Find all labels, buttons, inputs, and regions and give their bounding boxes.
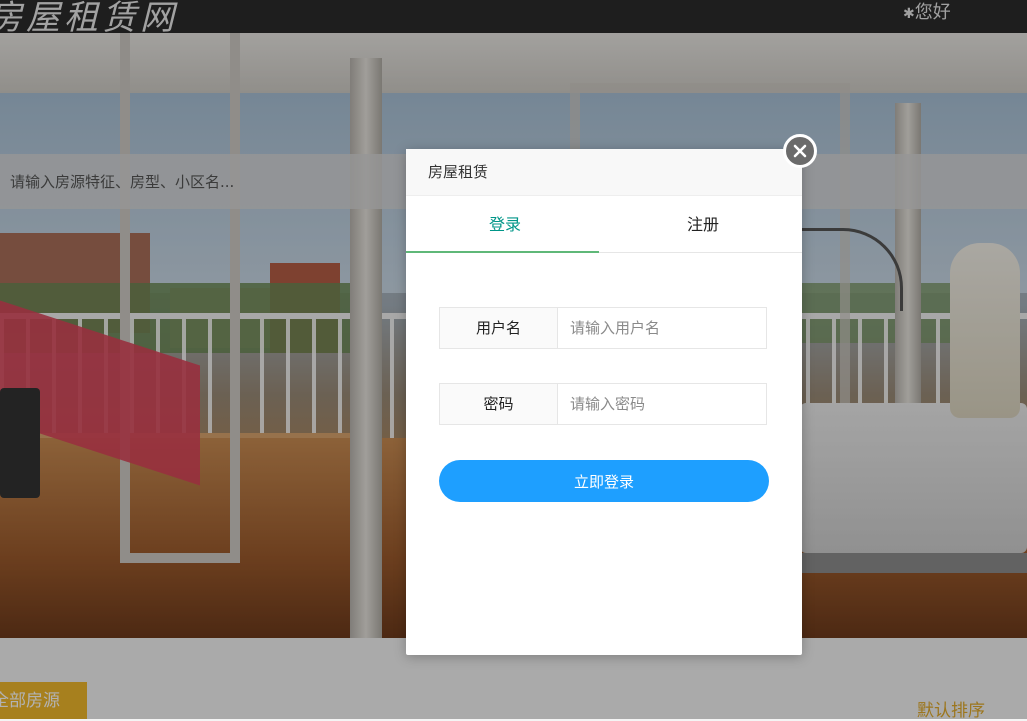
username-row: 用户名 xyxy=(439,307,767,349)
password-field[interactable] xyxy=(558,384,766,424)
username-field[interactable] xyxy=(558,308,766,348)
username-label: 用户名 xyxy=(440,308,558,348)
login-submit-button[interactable]: 立即登录 xyxy=(439,460,769,502)
active-tab-indicator xyxy=(406,251,599,253)
modal-title: 房屋租赁 xyxy=(406,149,802,196)
tab-register[interactable]: 注册 xyxy=(604,196,802,252)
login-modal: 房屋租赁 登录 注册 用户名 密码 立即登录 xyxy=(406,149,802,655)
tab-login[interactable]: 登录 xyxy=(406,196,604,252)
password-label: 密码 xyxy=(440,384,558,424)
password-row: 密码 xyxy=(439,383,767,425)
close-button[interactable] xyxy=(783,134,817,168)
close-icon xyxy=(793,144,807,158)
auth-tabs: 登录 注册 xyxy=(406,196,802,253)
